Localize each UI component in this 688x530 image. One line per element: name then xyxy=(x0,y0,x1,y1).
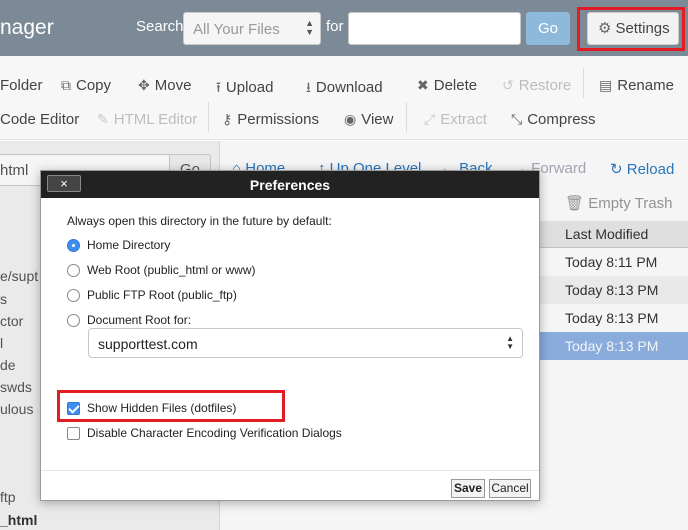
radio-label: Document Root for: xyxy=(87,313,192,327)
delete-button[interactable]: ✖ Delete xyxy=(417,77,477,94)
radio-home-directory[interactable]: Home Directory xyxy=(67,238,170,252)
key-icon: ⚷ xyxy=(222,111,233,127)
search-scope-select[interactable]: All Your Files ▲ ▼ xyxy=(183,12,321,45)
search-go-button[interactable]: Go xyxy=(526,12,570,45)
show-hidden-highlight-box xyxy=(57,390,285,422)
upload-label: Upload xyxy=(225,79,274,96)
radio-button[interactable] xyxy=(67,239,80,252)
copy-icon: ⧉ xyxy=(61,77,71,93)
view-button[interactable]: ◉ View xyxy=(344,111,393,128)
new-folder-button[interactable]: Folder xyxy=(0,77,43,94)
app-title: nager xyxy=(0,16,54,39)
rename-button[interactable]: ▤ Rename xyxy=(599,77,674,94)
toolbar-divider xyxy=(208,102,209,132)
radio-button[interactable] xyxy=(67,264,80,277)
radio-document-root[interactable]: Document Root for: xyxy=(67,313,191,327)
download-button[interactable]: ⭳ Download xyxy=(306,77,383,101)
code-editor-button[interactable]: Code Editor xyxy=(0,111,79,128)
preferences-dialog: Preferences × Always open this directory… xyxy=(40,170,540,501)
radio-label: Public FTP Root (public_ftp) xyxy=(87,288,237,302)
toolbar: Folder ⧉ Copy ✥ Move ⭱ Upload ⭳ Download ✖ De… xyxy=(0,56,688,140)
toolbar-divider xyxy=(583,68,584,98)
upload-button[interactable]: ⭱ Upload xyxy=(216,77,273,101)
move-icon: ✥ xyxy=(138,77,150,93)
disable-encoding-checkbox[interactable] xyxy=(67,427,80,440)
delete-label: Delete xyxy=(433,77,478,94)
close-button[interactable]: × xyxy=(47,175,81,192)
pencil-icon: ✎ xyxy=(97,111,109,127)
compress-label: Compress xyxy=(527,111,596,128)
permissions-label: Permissions xyxy=(237,111,319,128)
radio-web-root[interactable]: Web Root (public_html or www) xyxy=(67,263,256,277)
radio-label: Home Directory xyxy=(87,238,171,252)
move-label: Move xyxy=(154,77,192,94)
compress-button[interactable]: ⤡ Compress xyxy=(511,111,596,128)
dialog-header: Preferences × xyxy=(41,171,539,198)
copy-button[interactable]: ⧉ Copy xyxy=(61,77,111,94)
extract-button[interactable]: ⤢ Extract xyxy=(424,111,487,128)
folder-label: Folder xyxy=(0,77,43,94)
file-icon: ▤ xyxy=(599,77,613,93)
compress-icon: ⤡ xyxy=(511,111,523,127)
eye-icon: ◉ xyxy=(344,111,357,127)
settings-highlight-box xyxy=(577,7,685,51)
restore-label: Restore xyxy=(518,77,572,94)
download-icon: ⭳ xyxy=(306,79,311,95)
dialog-footer-divider xyxy=(41,470,539,471)
save-button[interactable]: Save xyxy=(451,479,485,498)
radio-button[interactable] xyxy=(67,314,80,327)
disable-encoding-label: Disable Character Encoding Verification … xyxy=(87,426,342,440)
radio-label: Web Root (public_html or www) xyxy=(87,263,256,277)
dialog-title: Preferences xyxy=(249,177,331,193)
select-arrows-icon: ▲ ▼ xyxy=(305,18,314,37)
code-editor-label: Code Editor xyxy=(0,111,80,128)
expand-icon: ⤢ xyxy=(424,111,436,127)
delete-icon: ✖ xyxy=(417,77,429,93)
for-label: for xyxy=(326,18,344,35)
html-editor-button[interactable]: ✎ HTML Editor xyxy=(97,111,197,128)
view-label: View xyxy=(361,111,394,128)
permissions-button[interactable]: ⚷ Permissions xyxy=(222,111,319,128)
default-directory-label: Always open this directory in the future… xyxy=(67,214,332,228)
radio-public-ftp-root[interactable]: Public FTP Root (public_ftp) xyxy=(67,288,237,302)
restore-button[interactable]: ↺ Restore xyxy=(502,77,571,94)
html-editor-label: HTML Editor xyxy=(113,111,198,128)
toolbar-divider xyxy=(406,102,407,132)
upload-icon: ⭱ xyxy=(216,79,221,95)
copy-label: Copy xyxy=(76,77,112,94)
move-button[interactable]: ✥ Move xyxy=(138,77,191,94)
select-arrows-icon: ▲ ▼ xyxy=(506,334,514,351)
cancel-button[interactable]: Cancel xyxy=(489,479,531,498)
rename-label: Rename xyxy=(617,77,674,94)
search-input[interactable] xyxy=(348,12,521,45)
disable-encoding-option[interactable]: Disable Character Encoding Verification … xyxy=(67,426,342,440)
search-scope-value: All Your Files xyxy=(193,21,280,38)
document-root-domain-value: supporttest.com xyxy=(98,336,198,352)
restore-icon: ↺ xyxy=(502,77,514,93)
radio-button[interactable] xyxy=(67,289,80,302)
document-root-domain-select[interactable]: supporttest.com ▲ ▼ xyxy=(88,328,523,358)
download-label: Download xyxy=(315,79,383,96)
extract-label: Extract xyxy=(440,111,487,128)
search-label: Search xyxy=(136,18,184,35)
